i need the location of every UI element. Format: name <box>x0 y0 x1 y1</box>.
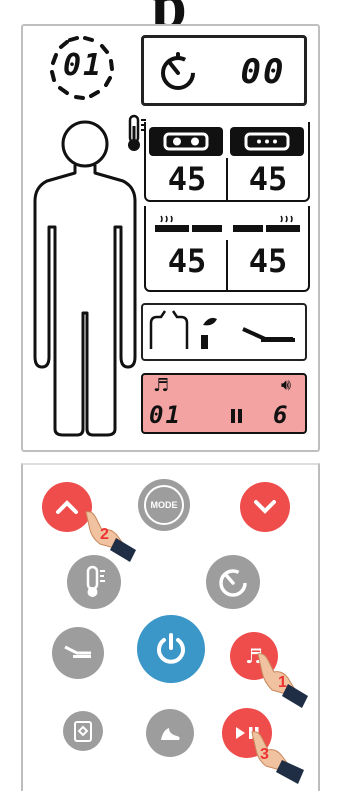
legrest-button[interactable] <box>146 709 194 757</box>
airbag-button-icon <box>74 721 92 742</box>
hand-pointer-3: 3 <box>248 730 308 788</box>
hand-icon <box>251 731 304 784</box>
recline-icon <box>242 327 295 342</box>
step-label-3: 3 <box>260 746 269 763</box>
heat-left-value: 45 <box>167 242 207 280</box>
chevron-down-icon <box>254 500 276 514</box>
mode-button[interactable]: MODE <box>138 479 190 531</box>
step-label-2: 2 <box>100 526 109 543</box>
body-silhouette-icon <box>33 120 137 437</box>
mode-ring: MODE <box>144 485 184 525</box>
lower-airbag-value: 45 <box>248 160 288 198</box>
music-volume: 6 <box>273 401 290 429</box>
heat-left-icon <box>155 215 222 232</box>
pause-icon <box>231 409 243 423</box>
chevron-up-icon <box>56 500 78 514</box>
upper-airbag-value: 45 <box>167 160 207 198</box>
upper-airbag-header <box>149 127 223 156</box>
heat-zone-divider <box>226 240 228 290</box>
hand-pointer-2: 2 <box>80 508 140 564</box>
timer-box: 00 <box>141 35 307 106</box>
zone-divider <box>226 158 228 200</box>
step-label-1: 1 <box>278 674 287 691</box>
speaker-icon: 🔊︎ <box>281 375 292 394</box>
legrest-button-icon <box>161 728 180 740</box>
music-note-icon: ♬ <box>153 375 170 396</box>
recline-button-icon <box>64 645 91 658</box>
position-icons <box>149 310 295 349</box>
heat-right-icon <box>233 215 300 232</box>
power-icon <box>157 633 185 664</box>
upper-airbag-icon <box>163 132 209 151</box>
recline-button[interactable] <box>52 627 104 679</box>
music-track: 01 <box>149 401 182 429</box>
heat-right-value: 45 <box>248 242 288 280</box>
music-box: ♬ 🔊︎ 01 6 <box>141 373 307 434</box>
program-indicator: 01 <box>40 34 122 102</box>
down-button[interactable] <box>240 482 290 532</box>
power-button[interactable] <box>137 615 205 683</box>
lower-airbag-icon <box>244 132 290 151</box>
thermometer-button-icon <box>86 565 105 597</box>
position-box <box>141 303 307 361</box>
mode-label: MODE <box>150 500 178 510</box>
hand-icon <box>85 511 136 562</box>
timer-button[interactable] <box>206 555 260 609</box>
airbag-button[interactable] <box>63 711 103 751</box>
timer-value: 00 <box>240 52 286 92</box>
program-number: 01 <box>62 48 104 83</box>
lower-airbag-header <box>230 127 304 156</box>
legrest-icon <box>201 317 217 349</box>
hand-pointer-1: 1 <box>252 650 312 712</box>
backrest-icon <box>149 310 189 349</box>
timer-icon <box>161 52 195 90</box>
timer-button-icon <box>219 569 247 597</box>
